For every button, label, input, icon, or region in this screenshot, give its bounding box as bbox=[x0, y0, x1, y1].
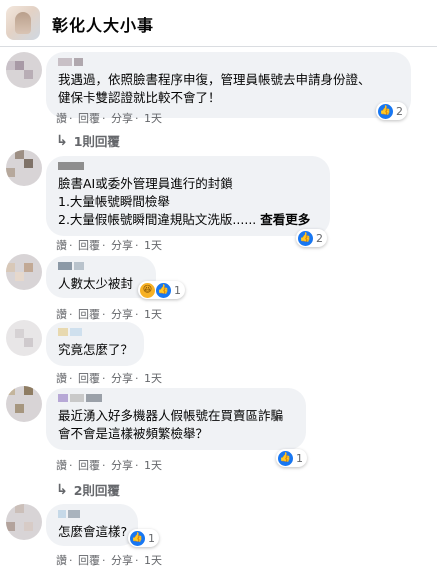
avatar[interactable] bbox=[6, 52, 42, 88]
timestamp[interactable]: 1天 bbox=[144, 308, 162, 321]
group-header: 彰化人大小事 bbox=[0, 0, 437, 47]
reply-action[interactable]: 回覆 bbox=[78, 239, 100, 252]
share-action[interactable]: 分享 bbox=[111, 459, 133, 472]
author-name[interactable] bbox=[58, 262, 144, 272]
like-action[interactable]: 讚 bbox=[56, 308, 67, 321]
timestamp[interactable]: 1天 bbox=[144, 112, 162, 125]
reply-action[interactable]: 回覆 bbox=[78, 554, 100, 567]
reaction-count[interactable]: 😆 👍 1 bbox=[138, 281, 185, 299]
comment-actions: 讚 · 回覆 · 分享 · 1天 bbox=[56, 459, 162, 472]
share-action[interactable]: 分享 bbox=[111, 308, 133, 321]
avatar[interactable] bbox=[6, 504, 42, 540]
avatar[interactable] bbox=[6, 254, 42, 290]
reaction-count[interactable]: 👍 1 bbox=[276, 449, 307, 467]
avatar[interactable] bbox=[6, 150, 42, 186]
comment-bubble: 究竟怎麼了？ bbox=[46, 322, 144, 366]
avatar[interactable] bbox=[6, 386, 42, 422]
see-more-link[interactable]: 查看更多 bbox=[260, 212, 310, 227]
comment-text-line: 2.大量假帳號瞬間違規貼文洗版...... bbox=[58, 212, 257, 227]
comment-bubble: 最近湧入好多機器人假帳號在買賣區詐騙 會不會是這樣被頻繁檢舉？ bbox=[46, 388, 306, 450]
timestamp[interactable]: 1天 bbox=[144, 459, 162, 472]
author-name[interactable] bbox=[58, 328, 132, 338]
like-action[interactable]: 讚 bbox=[56, 459, 67, 472]
reply-action[interactable]: 回覆 bbox=[78, 112, 100, 125]
like-action[interactable]: 讚 bbox=[56, 239, 67, 252]
reaction-count[interactable]: 👍 2 bbox=[376, 102, 407, 120]
reply-action[interactable]: 回覆 bbox=[78, 308, 100, 321]
group-avatar[interactable] bbox=[6, 6, 40, 40]
share-action[interactable]: 分享 bbox=[111, 112, 133, 125]
comment-text-line: 人數太少被封 bbox=[58, 276, 134, 291]
thumbs-up-icon: 👍 bbox=[378, 103, 393, 119]
thumbs-up-icon: 👍 bbox=[130, 530, 145, 546]
comment-actions: 讚 · 回覆 · 分享 · 1天 bbox=[56, 372, 162, 385]
comment-actions: 讚 · 回覆 · 分享 · 1天 bbox=[56, 112, 162, 125]
comment-text-line: 健保卡雙認證就比較不會了！ bbox=[58, 90, 221, 105]
reaction-count[interactable]: 👍 2 bbox=[296, 229, 327, 247]
view-replies[interactable]: ↳ 1則回覆 bbox=[56, 131, 120, 150]
comment-text-line: 1.大量帳號瞬間檢舉 bbox=[58, 194, 170, 209]
author-name[interactable] bbox=[58, 58, 399, 68]
like-action[interactable]: 讚 bbox=[56, 112, 67, 125]
comment-text-line: 會不會是這樣被頻繁檢舉？ bbox=[58, 426, 209, 441]
comment-bubble: 臉書AI或委外管理員進行的封鎖 1.大量帳號瞬間檢舉 2.大量假帳號瞬間違規貼文… bbox=[46, 156, 330, 236]
thumbs-up-icon: 👍 bbox=[156, 282, 171, 298]
comment-text-line: 我遇過，依照臉書程序申復，管理員帳號去申請身份證、 bbox=[58, 72, 371, 87]
reply-arrow-icon: ↳ bbox=[56, 481, 68, 498]
comment-text-line: 怎麼會這樣? bbox=[58, 524, 128, 539]
author-name[interactable] bbox=[58, 162, 318, 172]
comment-text-line: 臉書AI或委外管理員進行的封鎖 bbox=[58, 176, 233, 191]
timestamp[interactable]: 1天 bbox=[144, 554, 162, 567]
avatar[interactable] bbox=[6, 320, 42, 356]
share-action[interactable]: 分享 bbox=[111, 554, 133, 567]
reply-action[interactable]: 回覆 bbox=[78, 372, 100, 385]
comment-text-line: 究竟怎麼了？ bbox=[58, 342, 134, 357]
comment-actions: 讚 · 回覆 · 分享 · 1天 bbox=[56, 308, 162, 321]
author-name[interactable] bbox=[58, 510, 126, 520]
reply-action[interactable]: 回覆 bbox=[78, 459, 100, 472]
share-action[interactable]: 分享 bbox=[111, 372, 133, 385]
reply-arrow-icon: ↳ bbox=[56, 132, 68, 149]
author-name[interactable] bbox=[58, 394, 294, 404]
timestamp[interactable]: 1天 bbox=[144, 372, 162, 385]
thumbs-up-icon: 👍 bbox=[298, 230, 313, 246]
view-replies[interactable]: ↳ 2則回覆 bbox=[56, 480, 120, 499]
haha-icon: 😆 bbox=[140, 282, 155, 298]
comment-bubble: 我遇過，依照臉書程序申復，管理員帳號去申請身份證、 健保卡雙認證就比較不會了！ bbox=[46, 52, 411, 118]
comment-bubble: 怎麼會這樣? bbox=[46, 504, 138, 546]
timestamp[interactable]: 1天 bbox=[144, 239, 162, 252]
thumbs-up-icon: 👍 bbox=[278, 450, 293, 466]
reaction-count[interactable]: 👍 1 bbox=[128, 529, 159, 547]
share-action[interactable]: 分享 bbox=[111, 239, 133, 252]
like-action[interactable]: 讚 bbox=[56, 554, 67, 567]
comment-actions: 讚 · 回覆 · 分享 · 1天 bbox=[56, 554, 162, 567]
comment-text-line: 最近湧入好多機器人假帳號在買賣區詐騙 bbox=[58, 408, 284, 423]
like-action[interactable]: 讚 bbox=[56, 372, 67, 385]
comment-actions: 讚 · 回覆 · 分享 · 1天 bbox=[56, 239, 162, 252]
group-title[interactable]: 彰化人大小事 bbox=[52, 12, 154, 36]
